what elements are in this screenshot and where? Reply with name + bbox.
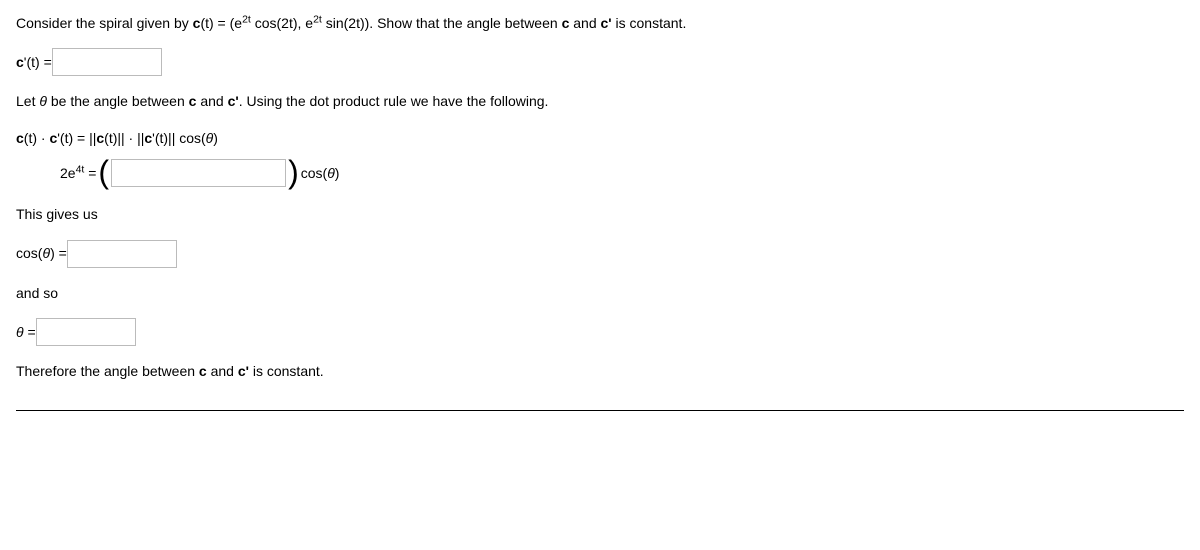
- problem-statement: Consider the spiral given by c(t) = (e2t…: [16, 12, 1184, 34]
- cprime-row: c'(t) =: [16, 48, 1184, 76]
- cos-theta-suffix: cos(θ): [301, 162, 340, 184]
- text: Consider the spiral given by c(t) = (e2t…: [16, 12, 686, 34]
- cos-theta-row: cos(θ) =: [16, 240, 1184, 268]
- problem-body: Consider the spiral given by c(t) = (e2t…: [16, 12, 1184, 411]
- cos-theta-input[interactable]: [67, 240, 177, 268]
- theta-input[interactable]: [36, 318, 136, 346]
- text: c(t) · c'(t) = ||c(t)|| · ||c'(t)|| cos(…: [16, 127, 218, 149]
- e4t-label: 2e4t =: [60, 162, 96, 184]
- and-so-line: and so: [16, 282, 1184, 304]
- cprime-input[interactable]: [52, 48, 162, 76]
- divider: [16, 410, 1184, 411]
- text: This gives us: [16, 203, 98, 225]
- dot-product-line: c(t) · c'(t) = ||c(t)|| · ||c'(t)|| cos(…: [16, 127, 1184, 149]
- conclusion-line: Therefore the angle between c and c' is …: [16, 360, 1184, 382]
- let-theta-line: Let θ be the angle between c and c'. Usi…: [16, 90, 1184, 112]
- theta-row: θ =: [16, 318, 1184, 346]
- open-paren: (: [96, 156, 111, 188]
- cos-theta-label: cos(θ) =: [16, 242, 67, 264]
- close-paren: ): [286, 156, 301, 188]
- theta-label: θ =: [16, 321, 36, 343]
- e4t-input[interactable]: [111, 159, 286, 187]
- text: Let θ be the angle between c and c'. Usi…: [16, 90, 548, 112]
- cprime-label: c'(t) =: [16, 51, 52, 73]
- text: Therefore the angle between c and c' is …: [16, 360, 324, 382]
- e4t-row: 2e4t = ( ) cos(θ): [16, 157, 1184, 189]
- gives-line: This gives us: [16, 203, 1184, 225]
- text: and so: [16, 282, 58, 304]
